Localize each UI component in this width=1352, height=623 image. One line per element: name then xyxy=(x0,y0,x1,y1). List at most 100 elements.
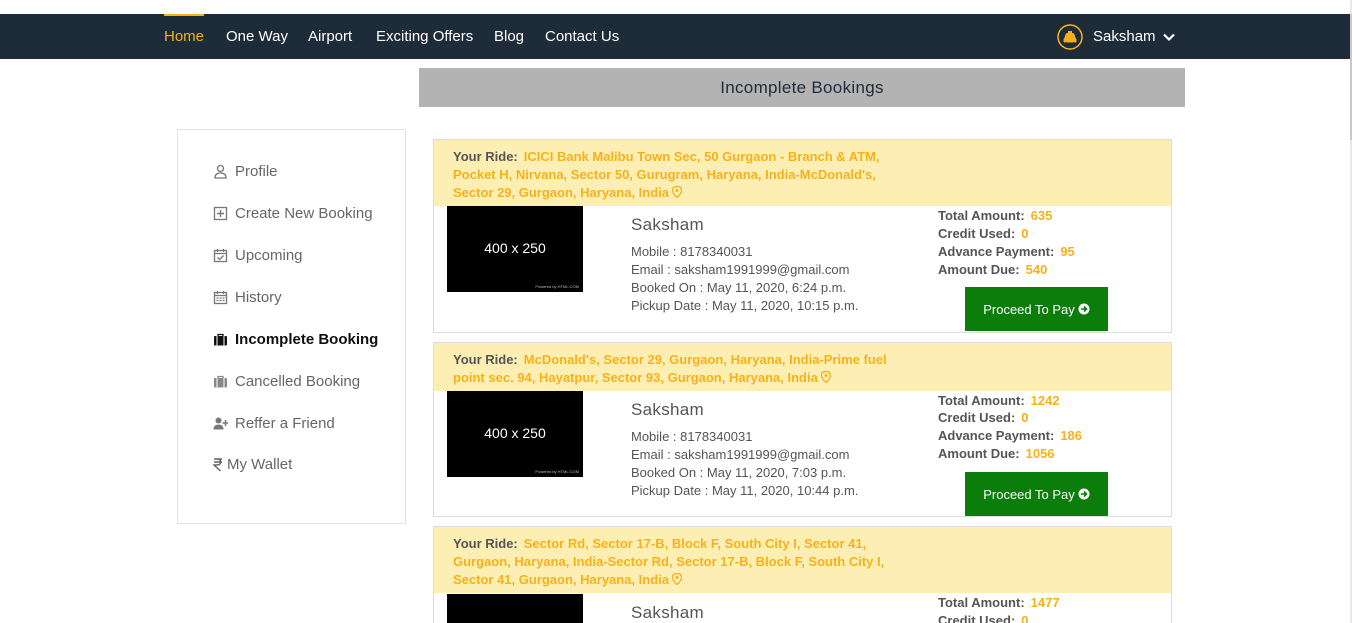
ride-label: Your Ride: xyxy=(453,536,518,551)
cab-image-placeholder: 400 x 250 Powered by HTML.COM xyxy=(447,391,583,477)
ride-route: Your Ride: McDonald's, Sector 29, Gurgaon… xyxy=(453,351,903,387)
credit-used-value: 0 xyxy=(1021,226,1029,241)
sidebar-item-create-new-booking[interactable]: Create New Booking xyxy=(213,203,373,223)
sidebar-item-label: History xyxy=(235,288,282,306)
advance-payment-label: Advance Payment: xyxy=(938,428,1055,443)
cab-image-placeholder: 400 x 250 Powered by HTML.COM xyxy=(447,206,583,292)
email-label: Email : xyxy=(631,447,675,462)
briefcase-icon xyxy=(214,333,227,345)
mobile-line: Mobile : 8178340031 xyxy=(631,244,752,259)
top-navbar: Home One Way Airport Exciting Offers Blo… xyxy=(0,14,1352,59)
map-marker-icon xyxy=(672,573,683,585)
total-amount-value: 635 xyxy=(1030,208,1053,223)
advance-payment-line: Advance Payment: 95 xyxy=(938,244,1075,259)
sidebar-item-label: Profile xyxy=(235,162,278,180)
nav-contact-us[interactable]: Contact Us xyxy=(545,14,619,59)
ride-label: Your Ride: xyxy=(453,352,518,367)
nav-one-way[interactable]: One Way xyxy=(226,14,288,59)
booking-card: Your Ride: McDonald's, Sector 29, Gurgaon… xyxy=(433,342,1172,517)
ride-header: Your Ride: McDonald's, Sector 29, Gurgaon… xyxy=(434,343,1171,391)
page-title: Incomplete Bookings xyxy=(419,68,1185,107)
sidebar-item-incomplete-booking[interactable]: Incomplete Booking xyxy=(213,329,378,349)
total-amount-label: Total Amount: xyxy=(938,208,1025,223)
booked-on-value: May 11, 2020, 7:03 p.m. xyxy=(706,465,847,480)
pickup-date-line: Pickup Date : May 11, 2020, 10:44 p.m. xyxy=(631,483,858,498)
amount-due-line: Amount Due: 1056 xyxy=(938,446,1055,461)
customer-name: Saksham xyxy=(631,400,704,419)
mobile-label: Mobile : xyxy=(631,244,681,259)
nav-exciting-offers[interactable]: Exciting Offers xyxy=(376,14,473,59)
calendar-icon xyxy=(213,290,228,304)
booking-card: Your Ride: ICICI Bank Malibu Town Sec, 50… xyxy=(433,139,1172,333)
total-amount-label: Total Amount: xyxy=(938,595,1025,610)
ride-header: Your Ride: Sector Rd, Sector 17-B, Block … xyxy=(434,527,1171,593)
nav-airport[interactable]: Airport xyxy=(308,14,352,59)
nav-blog[interactable]: Blog xyxy=(494,14,524,59)
proceed-to-pay-button[interactable]: Proceed To Pay xyxy=(965,287,1108,331)
advance-payment-line: Advance Payment: 186 xyxy=(938,428,1082,443)
booking-card: Your Ride: Sector Rd, Sector 17-B, Block … xyxy=(433,526,1172,623)
sidebar-item-label: Incomplete Booking xyxy=(235,330,379,348)
nav-home[interactable]: Home xyxy=(164,14,205,59)
credit-used-line: Credit Used: 0 xyxy=(938,613,1029,623)
ride-route: Your Ride: Sector Rd, Sector 17-B, Block … xyxy=(453,535,903,589)
top-strip xyxy=(0,0,1352,14)
advance-payment-label: Advance Payment: xyxy=(938,244,1055,259)
user-name: Saksham xyxy=(1093,28,1156,45)
taxi-avatar-icon xyxy=(1057,23,1083,50)
sidebar-item-profile[interactable]: Profile xyxy=(213,161,278,181)
sidebar-item-label: Create New Booking xyxy=(235,204,373,222)
booked-on-line: Booked On : May 11, 2020, 6:24 p.m. xyxy=(631,280,846,295)
advance-payment-value: 186 xyxy=(1060,428,1083,443)
account-sidebar: Profile Create New Booking Upcoming Hist… xyxy=(177,129,406,524)
mobile-line: Mobile : 8178340031 xyxy=(631,429,752,444)
booked-on-line: Booked On : May 11, 2020, 7:03 p.m. xyxy=(631,465,846,480)
map-marker-icon xyxy=(672,186,683,198)
sidebar-item-reffer-a-friend[interactable]: Reffer a Friend xyxy=(213,413,335,433)
total-amount-value: 1242 xyxy=(1030,393,1060,408)
email-line: Email : saksham1991999@gmail.com xyxy=(631,262,849,277)
briefcase-icon xyxy=(214,375,227,387)
mobile-value: 8178340031 xyxy=(680,429,753,444)
pay-button-label: Proceed To Pay xyxy=(983,301,1075,317)
ride-route: Your Ride: ICICI Bank Malibu Town Sec, 50… xyxy=(453,148,903,202)
pay-button-label: Proceed To Pay xyxy=(983,486,1075,502)
plus-square-icon xyxy=(213,206,228,220)
email-value: saksham1991999@gmail.com xyxy=(674,447,850,462)
pickup-date-line: Pickup Date : May 11, 2020, 10:15 p.m. xyxy=(631,298,858,313)
sidebar-item-label: Upcoming xyxy=(235,246,303,264)
amount-due-value: 540 xyxy=(1025,262,1048,277)
mobile-value: 8178340031 xyxy=(680,244,753,259)
total-amount-value: 1477 xyxy=(1030,595,1060,610)
pickup-date-value: May 11, 2020, 10:15 p.m. xyxy=(711,298,859,313)
pickup-date-label: Pickup Date : xyxy=(631,298,712,313)
sidebar-item-cancelled-booking[interactable]: Cancelled Booking xyxy=(213,371,360,391)
credit-used-label: Credit Used: xyxy=(938,226,1016,241)
amount-due-label: Amount Due: xyxy=(938,446,1020,461)
user-plus-icon xyxy=(213,417,228,429)
pickup-date-label: Pickup Date : xyxy=(631,483,712,498)
booked-on-label: Booked On : xyxy=(631,465,707,480)
email-label: Email : xyxy=(631,262,675,277)
total-amount-line: Total Amount: 1477 xyxy=(938,595,1060,610)
sidebar-item-label: Reffer a Friend xyxy=(235,414,335,432)
customer-name: Saksham xyxy=(631,603,704,622)
sidebar-item-upcoming[interactable]: Upcoming xyxy=(213,245,303,265)
calendar-check-icon xyxy=(213,248,228,262)
proceed-to-pay-button[interactable]: Proceed To Pay xyxy=(965,472,1108,516)
chevron-down-icon xyxy=(1162,33,1175,41)
user-menu[interactable]: Saksham xyxy=(1057,14,1176,59)
ride-label: Your Ride: xyxy=(453,149,518,164)
sidebar-item-history[interactable]: History xyxy=(213,287,282,307)
mobile-label: Mobile : xyxy=(631,429,681,444)
credit-used-value: 0 xyxy=(1021,613,1029,623)
credit-used-line: Credit Used: 0 xyxy=(938,410,1029,425)
sidebar-item-my-wallet[interactable]: My Wallet xyxy=(213,454,292,474)
user-icon xyxy=(214,164,227,179)
credit-used-label: Credit Used: xyxy=(938,410,1016,425)
total-amount-line: Total Amount: 1242 xyxy=(938,393,1060,408)
total-amount-label: Total Amount: xyxy=(938,393,1025,408)
pickup-date-value: May 11, 2020, 10:44 p.m. xyxy=(711,483,859,498)
placeholder-credit: Powered by HTML.COM xyxy=(535,284,579,289)
placeholder-size-label: 400 x 250 xyxy=(484,425,546,441)
